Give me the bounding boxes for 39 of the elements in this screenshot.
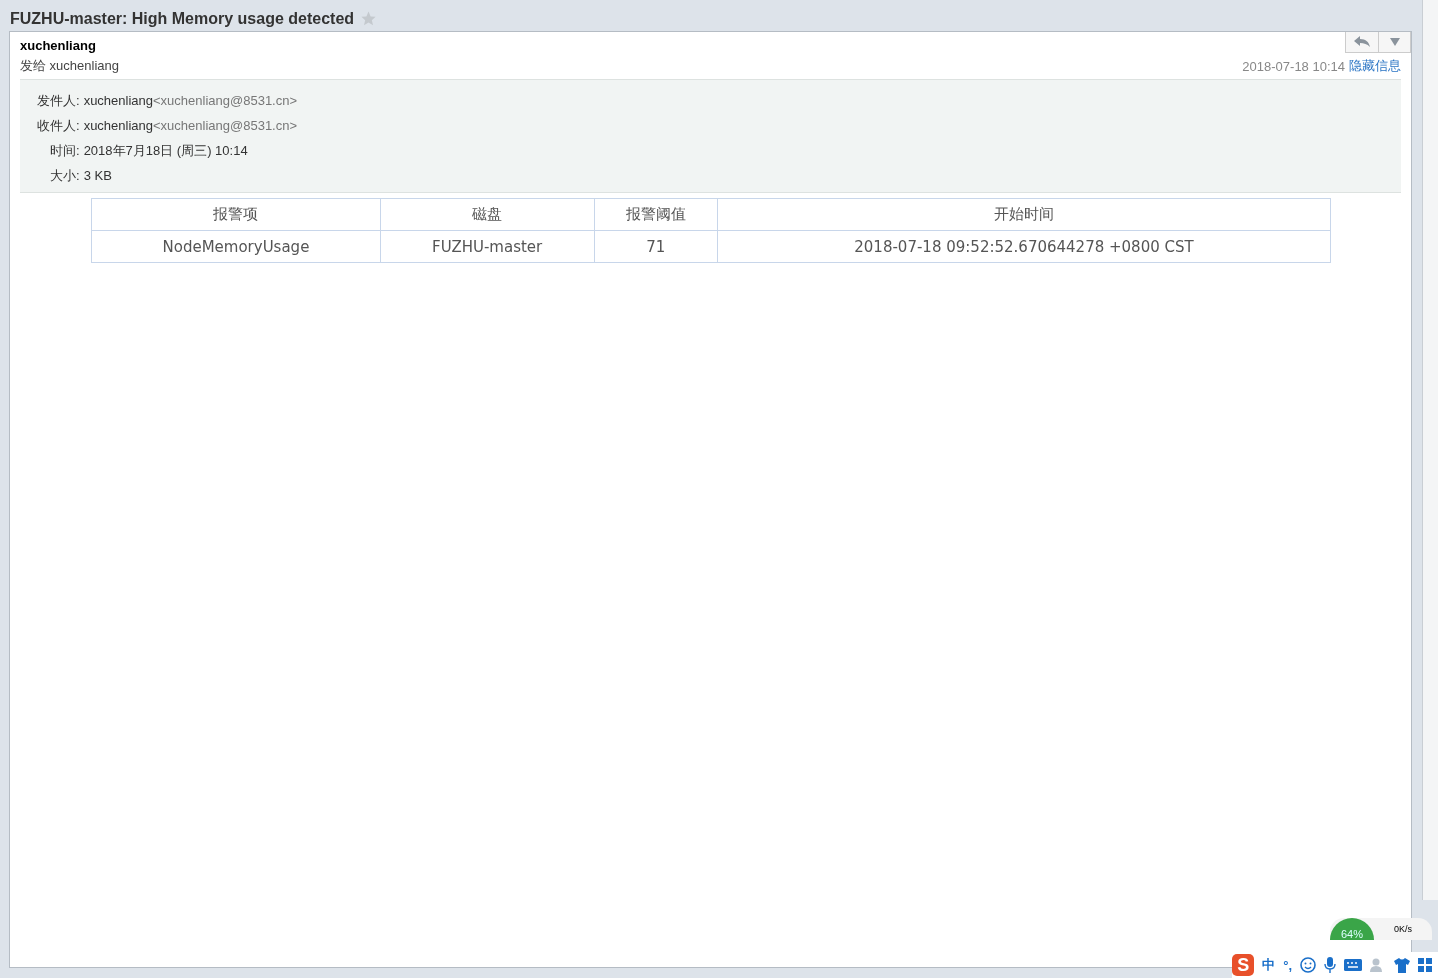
column-header: 报警项 [91,198,381,231]
shirt-icon[interactable] [1394,957,1410,973]
network-meter[interactable]: 64% 0K/s [1330,918,1432,940]
recipient-line: 发给 xuchenliang [20,57,119,75]
punctuation-toggle[interactable]: °, [1283,957,1292,973]
smiley-icon[interactable] [1300,957,1316,973]
hide-details-link[interactable]: 隐藏信息 [1349,57,1401,75]
table-cell: 2018-07-18 09:52:52.670644278 +0800 CST [717,230,1331,263]
microphone-icon[interactable] [1324,957,1336,973]
sent-date: 2018-07-18 10:14 [1242,58,1345,74]
star-icon[interactable] [360,10,378,27]
email-address: <xuchenliang@8531.cn> [153,118,298,133]
table-cell: FUZHU-master [380,230,594,263]
reply-button[interactable] [1346,32,1378,52]
table-cell: NodeMemoryUsage [91,230,381,263]
grid-icon[interactable] [1418,958,1432,972]
email-subject: FUZHU-master: High Memory usage detected [10,9,355,28]
detail-label: 大小: [50,166,80,185]
detail-label: 时间: [50,141,80,160]
column-header: 报警阈值 [594,198,718,231]
more-button[interactable] [1378,32,1410,52]
input-mode-toggle[interactable]: 中 [1262,956,1276,974]
network-speed: 0K/s [1394,924,1412,934]
detail-value: 3 KB [83,168,112,183]
column-header: 开始时间 [717,198,1331,231]
table-cell: 71 [594,230,718,263]
reply-icon [1354,36,1370,48]
detail-value: 2018年7月18日 (周三) 10:14 [83,141,248,160]
ime-logo[interactable]: S [1232,954,1255,976]
caret-icon [1389,38,1400,46]
email-address: <xuchenliang@8531.cn> [153,93,298,108]
detail-value: xuchenliang [83,93,153,108]
memory-gauge: 64% [1330,918,1374,940]
column-header: 磁盘 [380,198,594,231]
detail-label: 发件人: [37,91,80,110]
keyboard-icon[interactable] [1344,959,1362,971]
sender-name: xuchenliang [20,38,97,53]
detail-label: 收件人: [37,116,80,135]
detail-value: xuchenliang [83,118,153,133]
